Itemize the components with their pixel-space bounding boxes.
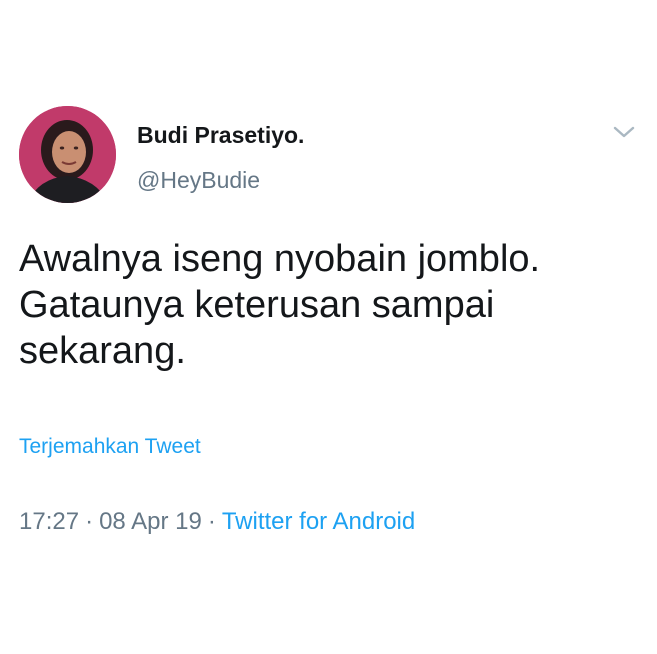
user-handle[interactable]: @HeyBudie [137, 167, 260, 194]
tweet-text: Awalnya iseng nyobain jomblo. Gataunya k… [19, 236, 639, 374]
tweet-time[interactable]: 17:27 [19, 508, 79, 535]
display-name[interactable]: Budi Prasetiyo. [137, 122, 304, 149]
tweet-card: Budi Prasetiyo. @HeyBudie Awalnya iseng … [0, 0, 657, 654]
tweet-metadata: 17:27 · 08 Apr 19 · Twitter for Android [19, 508, 415, 536]
tweet-text-line: Awalnya iseng nyobain jomblo. [19, 238, 541, 280]
meta-separator: · [207, 508, 216, 535]
tweet-source-link[interactable]: Twitter for Android [222, 508, 415, 535]
tweet-text-line: Gataunya keterusan sampai [19, 284, 495, 326]
tweet-text-line: sekarang. [19, 330, 186, 372]
chevron-down-icon[interactable] [609, 120, 639, 144]
avatar[interactable] [19, 106, 116, 203]
meta-separator: · [85, 508, 94, 535]
avatar-image [19, 106, 116, 203]
tweet-date[interactable]: 08 Apr 19 [99, 508, 202, 535]
translate-tweet-link[interactable]: Terjemahkan Tweet [19, 435, 201, 459]
